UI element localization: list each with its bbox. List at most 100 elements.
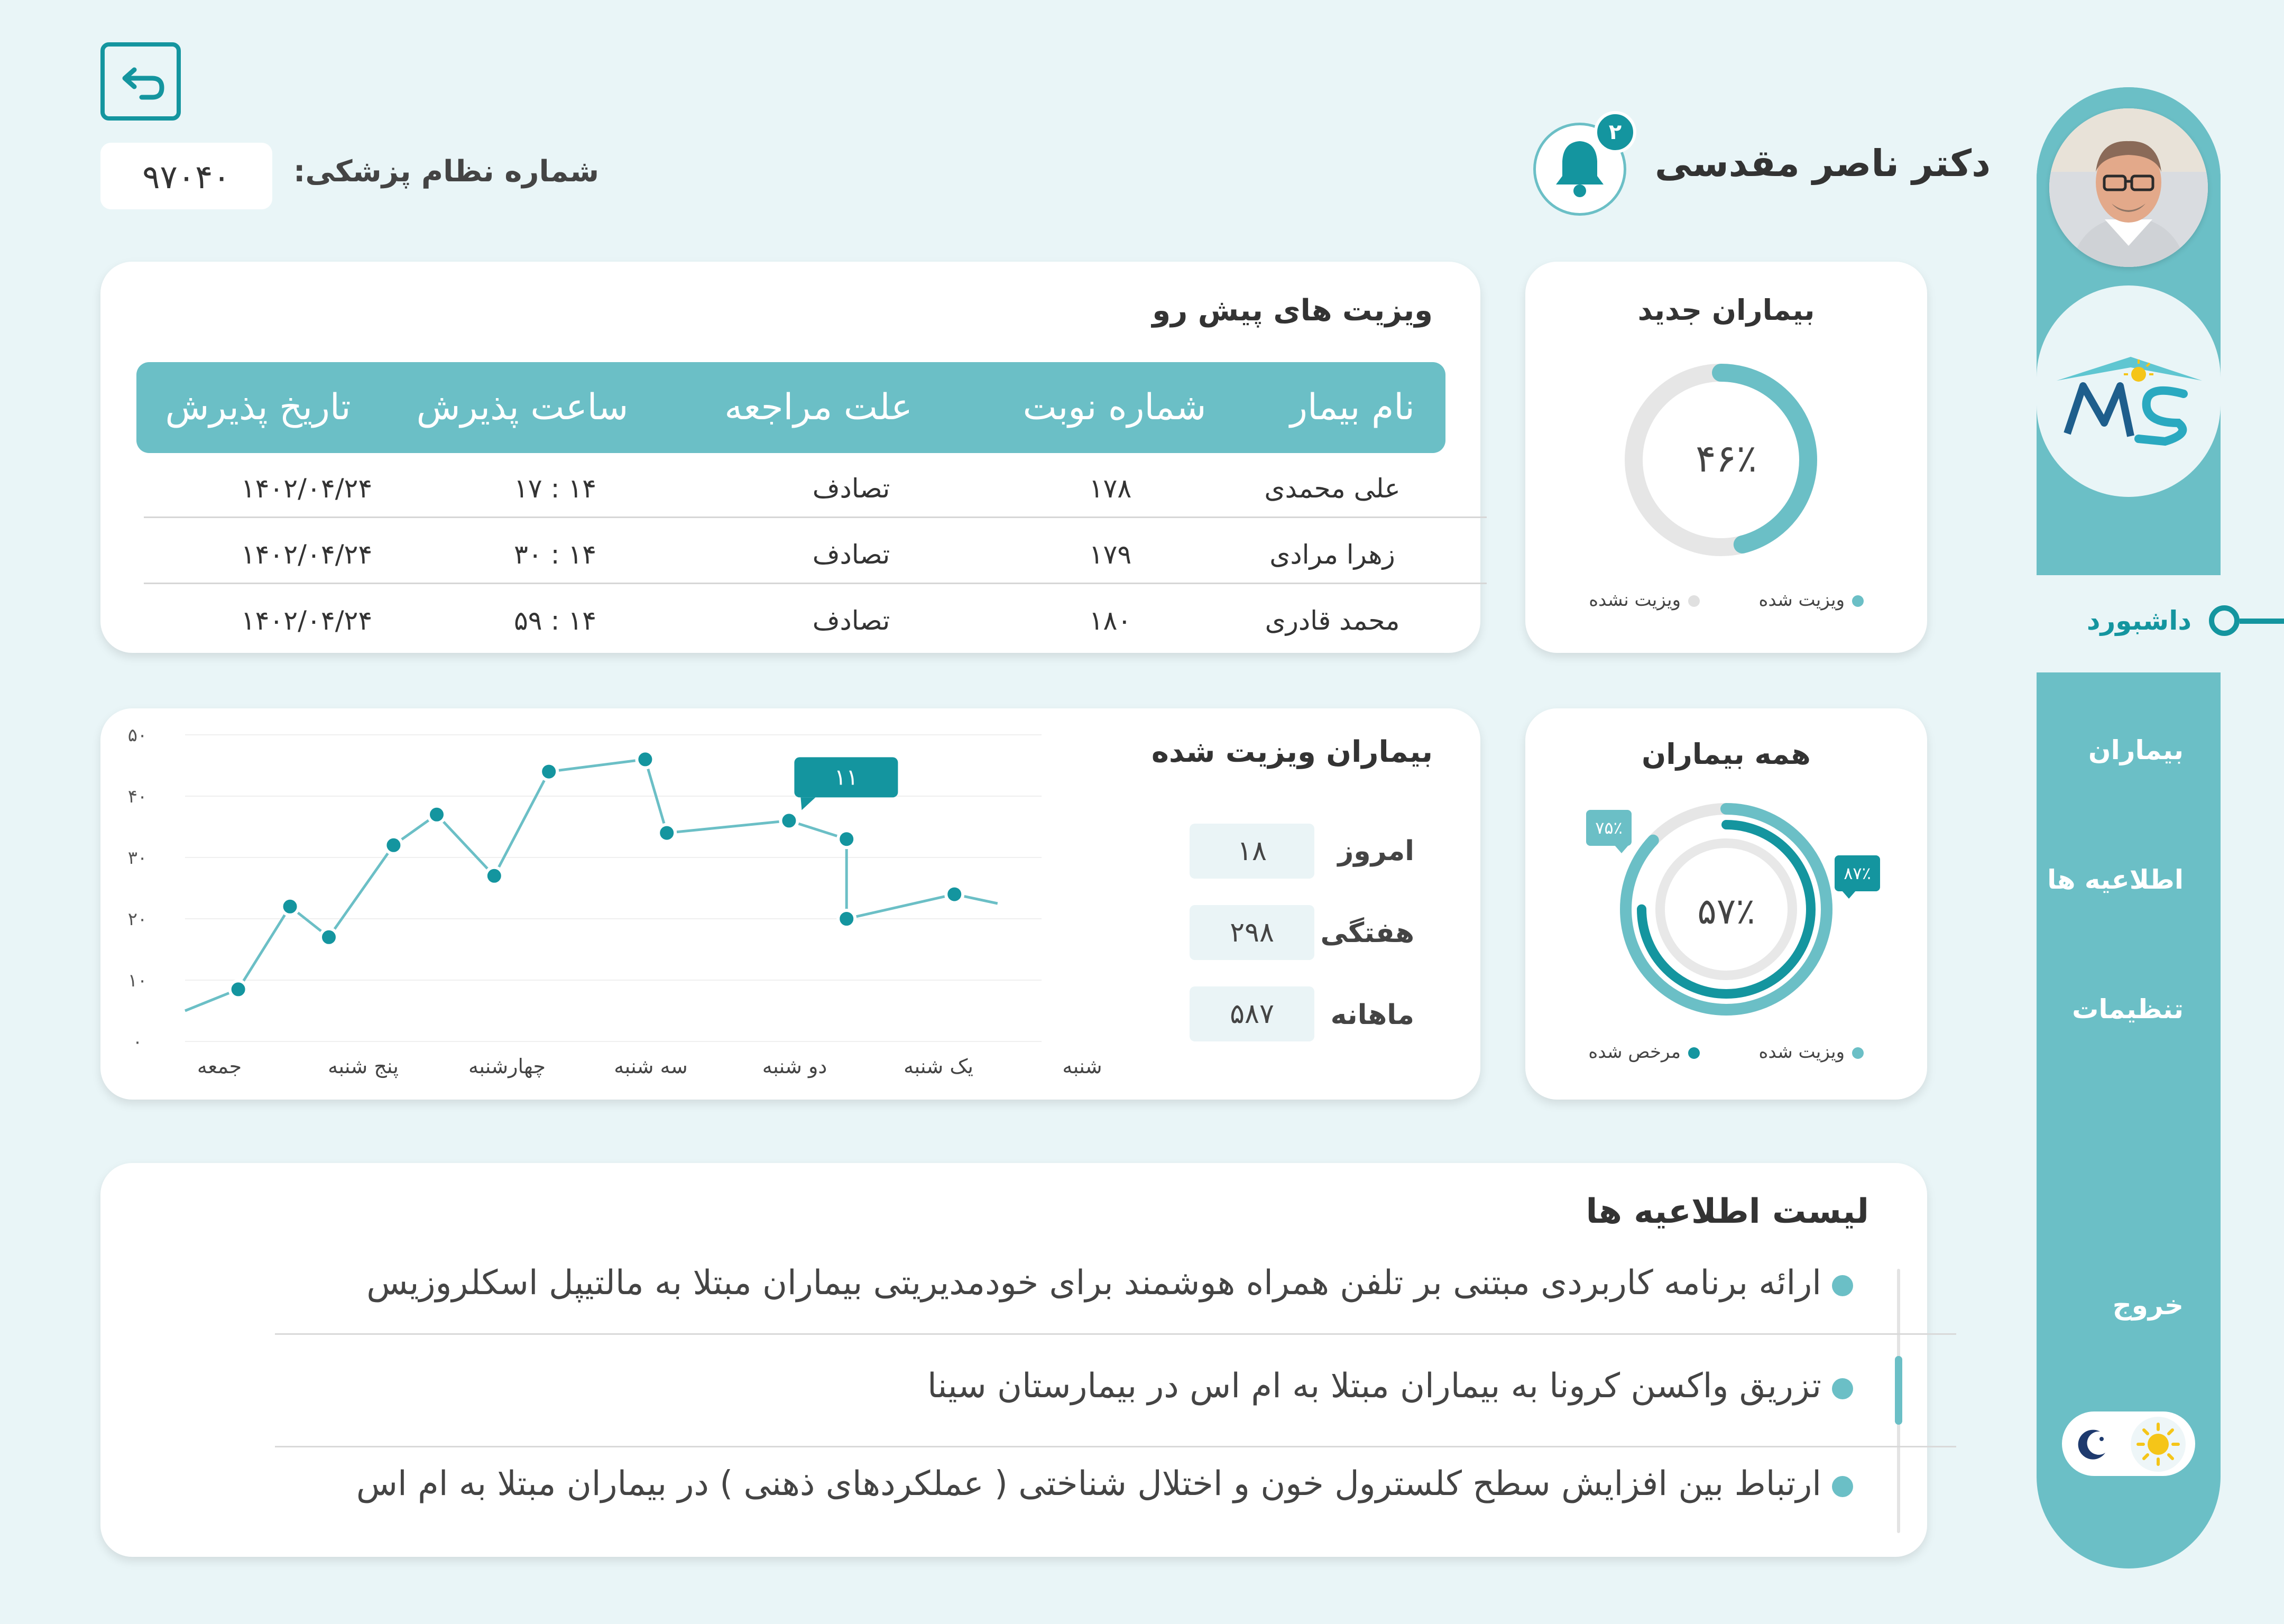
visit-date: ۱۴۰۲/۰۴/۲۴ [241,473,373,504]
data-point [779,810,799,831]
outer-percent-badge: ۸۷٪ [1835,855,1880,891]
legend-dot-visited [1852,1047,1864,1059]
data-point [635,749,656,770]
legend-label: ویزیت شده [1758,1041,1845,1063]
list-item[interactable]: تزریق واکسن کرونا به بیماران مبتلا به ام… [100,1351,1927,1419]
sun-icon[interactable] [2131,1417,2186,1472]
moon-icon[interactable] [2073,1423,2115,1465]
y-tick-label: ۱۰ [128,970,148,991]
patient-name: محمد قادری [1265,605,1400,636]
legend-dot-not-visited [1688,595,1700,607]
doctor-name: دکتر ناصر مقدسی [1655,142,1991,185]
x-tick-label: چهارشنبه [468,1055,546,1078]
visit-reason: تصادف [812,605,890,636]
row-divider [144,516,1487,518]
legend-label: ویزیت نشده [1589,589,1681,611]
list-divider [275,1446,1956,1447]
x-tick-label: یک شنبه [904,1055,973,1078]
all-patients-title: همه بیماران [1642,737,1811,771]
notice-text: تزریق واکسن کرونا به بیماران مبتلا به ام… [927,1367,1821,1406]
list-item[interactable]: ارتباط بین افزایش سطح کلسترول خون و اختل… [100,1448,1927,1517]
column-header[interactable]: تاریخ پذیرش [147,362,369,453]
y-tick-label: ۴۰ [128,786,148,807]
sidebar-item-label: داشبورد [2086,605,2191,636]
list-divider [275,1333,1956,1335]
stat-label: امروز [1338,835,1414,867]
visited-patients-title: بیماران ویزیت شده [1151,735,1433,769]
data-point [657,823,677,843]
legend-label: مرخص شده [1588,1041,1681,1063]
ms-logo[interactable] [2051,344,2205,460]
y-tick-label: ۰ [133,1031,142,1053]
visits-line-chart: ۰ ۱۰ ۲۰ ۳۰ ۴۰ ۵۰ جمعه پنج شنبه چهارشنبه سه شنبه دو… [128,725,1102,1078]
stat-label: ماهانه [1330,999,1414,1031]
all-patients-card: همه بیماران ۵۷٪ ۷۵٪ ۸۷٪ ویزیت شده مرخص ش… [1525,708,1927,1100]
stat-value-monthly: ۵۸۷ [1190,986,1314,1041]
sidebar-item-logout[interactable]: خروج [2113,1290,2184,1321]
legend-not-visited: ویزیت نشده [1589,589,1700,611]
stat-label: هفتگی [1320,917,1414,949]
tooltip-tail [800,797,816,810]
legend-visited: ویزیت شده [1759,1041,1864,1063]
stat-value-weekly: ۲۹۸ [1190,905,1314,960]
license-number: ۹۷۰۴۰ [142,158,231,196]
sidebar-item-dashboard[interactable]: داشبورد [2062,600,2284,648]
notice-text: ارتباط بین افزایش سطح کلسترول خون و اختل… [356,1464,1821,1503]
table-header: نام بیمار شماره نوبت علت مراجعه ساعت پذی… [136,362,1445,453]
column-header[interactable]: علت مراجعه [707,362,929,453]
avatar-photo [2049,108,2208,267]
active-indicator-line [2240,619,2284,624]
column-header[interactable]: شماره نوبت [1003,362,1226,453]
patient-name: زهرا مرادی [1269,539,1395,570]
turn-number: ۱۷۹ [1089,539,1132,570]
visit-reason: تصادف [812,473,890,504]
data-point [319,927,339,947]
y-tick-label: ۵۰ [128,725,148,746]
notices-card: لیست اطلاعیه ها ارائه برنامه کاربردی مبت… [100,1163,1956,1557]
x-tick-label: سه شنبه [614,1055,687,1078]
bullet-icon [1832,1378,1853,1399]
back-button[interactable] [100,42,181,121]
license-label: شماره نظام پزشکی: [293,154,600,189]
data-point [539,761,559,782]
legend-visited: ویزیت شده [1759,589,1864,611]
active-indicator-icon [2209,605,2240,636]
y-tick-label: ۲۰ [128,909,148,930]
notices-title: لیست اطلاعیه ها [1586,1192,1869,1231]
visit-time: ۱۴ : ۳۰ [513,539,597,570]
avatar[interactable] [2049,108,2208,267]
x-tick-label: شنبه [1062,1055,1102,1078]
sidebar-item-announcements[interactable]: اطلاعیه ها [2047,864,2184,895]
notification-badge: ۲ [1594,111,1636,153]
visited-patients-card: بیماران ویزیت شده امروز ۱۸ هفتگی ۲۹۸ ماه… [100,708,1480,1100]
column-header[interactable]: ساعت پذیرش [411,362,633,453]
turn-number: ۱۸۰ [1089,605,1132,636]
visit-time: ۱۴ : ۱۷ [513,473,597,504]
new-patients-card: بیماران جدید ۴۶٪ ویزیت شده ویزیت نشده [1525,262,1927,653]
x-tick-label: پنج شنبه [328,1055,399,1078]
theme-toggle[interactable] [2062,1411,2195,1476]
column-header[interactable]: نام بیمار [1278,362,1426,453]
license-number-box: ۹۷۰۴۰ [100,143,272,209]
data-point [836,909,857,929]
visit-date: ۱۴۰۲/۰۴/۲۴ [241,539,373,570]
legend-label: ویزیت شده [1758,589,1845,611]
data-point [484,865,504,886]
visit-date: ۱۴۰۲/۰۴/۲۴ [241,605,373,636]
legend-discharged: مرخص شده [1588,1041,1700,1063]
outer-percent-label: ۸۷٪ [1844,863,1871,883]
all-patients-percent: ۵۷٪ [1697,891,1755,933]
new-patients-percent: ۴۶٪ [1695,436,1757,481]
sidebar-item-settings[interactable]: تنظیمات [2072,994,2184,1025]
back-arrow-icon [122,67,164,100]
table-row[interactable]: محمد قادری ۱۸۰ تصادف ۱۴ : ۵۹ ۱۴۰۲/۰۴/۲۴ [100,595,1480,653]
list-item[interactable]: ارائه برنامه کاربردی مبتنی بر تلفن همراه… [100,1248,1927,1316]
patient-name: علی محمدی [1264,473,1401,504]
data-point [836,829,857,850]
notice-text: ارائه برنامه کاربردی مبتنی بر تلفن همراه… [366,1263,1821,1303]
visit-reason: تصادف [812,539,890,570]
y-tick-label: ۳۰ [128,847,148,869]
sidebar-item-patients[interactable]: بیماران [2088,735,2184,765]
outer-badge-tail [1841,890,1856,899]
legend-dot-discharged [1688,1047,1700,1059]
